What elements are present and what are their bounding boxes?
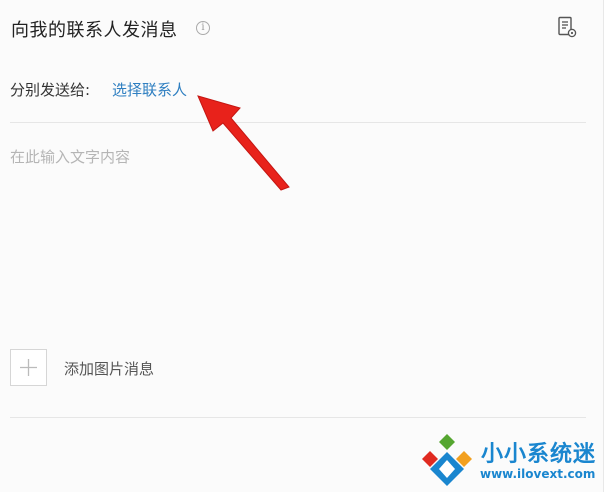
watermark-url: www.ilovext.com: [480, 467, 596, 481]
message-compose-panel: 向我的联系人发消息 i 分别发送给: 选择联系人 添加图片消息: [0, 0, 604, 492]
watermark-name: 小小系统迷: [481, 442, 597, 467]
message-input[interactable]: [10, 140, 580, 326]
plus-icon: [20, 359, 37, 376]
watermark: 小小系统迷 www.ilovext.com: [418, 432, 604, 490]
add-image-button[interactable]: [10, 349, 47, 386]
info-icon[interactable]: i: [196, 21, 210, 35]
add-image-label: 添加图片消息: [64, 360, 155, 378]
recipient-label: 分别发送给:: [10, 81, 91, 99]
select-contacts-link[interactable]: 选择联系人: [112, 79, 187, 100]
divider: [10, 417, 586, 418]
document-settings-icon[interactable]: [557, 16, 577, 38]
page-title: 向我的联系人发消息: [11, 20, 178, 41]
divider: [10, 122, 586, 123]
watermark-logo-icon: [422, 434, 472, 486]
